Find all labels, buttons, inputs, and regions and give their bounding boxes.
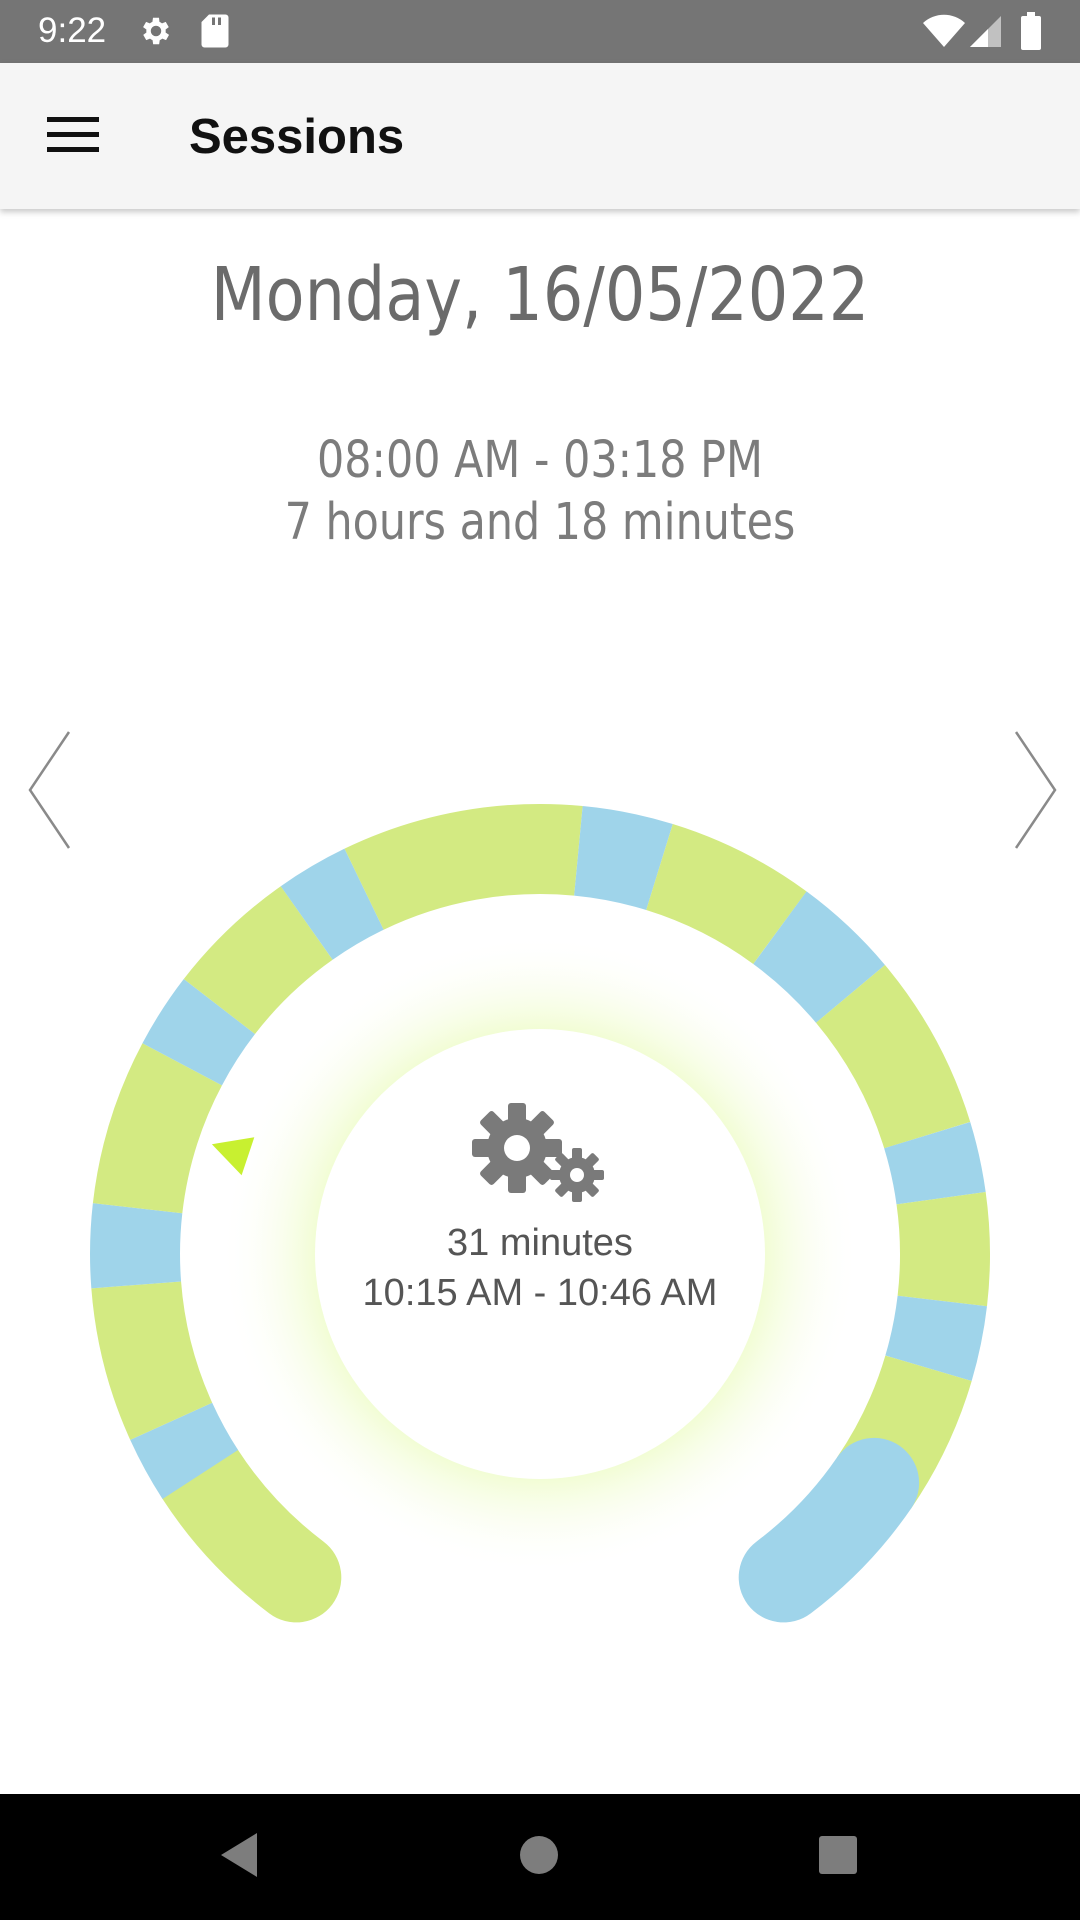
- timeline-segment-active[interactable]: [645, 824, 807, 965]
- timeline-segment-break[interactable]: [738, 1437, 920, 1623]
- timeline-segment-active[interactable]: [815, 965, 971, 1150]
- recents-button[interactable]: [807, 1826, 869, 1888]
- menu-button[interactable]: [30, 98, 116, 174]
- gears-icon: [340, 1100, 740, 1210]
- timeline-segment-break[interactable]: [90, 1203, 183, 1289]
- recents-square-icon: [818, 1835, 858, 1880]
- hamburger-menu-icon: [47, 115, 99, 158]
- selected-session-time-range: 10:15 AM - 10:46 AM: [362, 1272, 718, 1314]
- timeline-segment-active[interactable]: [155, 1429, 342, 1623]
- selected-session-info: 31 minutes 10:15 AM - 10:46 AM: [340, 1100, 740, 1318]
- session-timeline-ring[interactable]: [0, 0, 1080, 1920]
- page-title: Sessions: [189, 110, 405, 164]
- timeline-segment-break[interactable]: [130, 1402, 239, 1499]
- timeline-segment-active[interactable]: [896, 1191, 990, 1307]
- timeline-segment-break[interactable]: [142, 979, 256, 1086]
- timeline-segment-break[interactable]: [883, 1121, 986, 1206]
- timeline-segment-active[interactable]: [91, 1280, 213, 1440]
- selected-session-duration: 31 minutes: [447, 1222, 633, 1264]
- timeline-segment-active[interactable]: [92, 1043, 223, 1214]
- timeline-segment-break[interactable]: [280, 848, 385, 961]
- system-navigation-bar: [0, 1794, 1080, 1920]
- timeline-segment-active[interactable]: [183, 886, 334, 1035]
- timeline-segment-active[interactable]: [344, 804, 583, 931]
- timeline-segment-break[interactable]: [885, 1295, 987, 1382]
- back-triangle-icon: [217, 1831, 261, 1884]
- home-circle-icon: [519, 1835, 559, 1880]
- app-bar: Sessions: [0, 63, 1080, 209]
- timeline-segment-break[interactable]: [752, 891, 885, 1024]
- home-button[interactable]: [508, 1826, 570, 1888]
- back-button[interactable]: [208, 1826, 270, 1888]
- timeline-segment-break[interactable]: [573, 806, 673, 911]
